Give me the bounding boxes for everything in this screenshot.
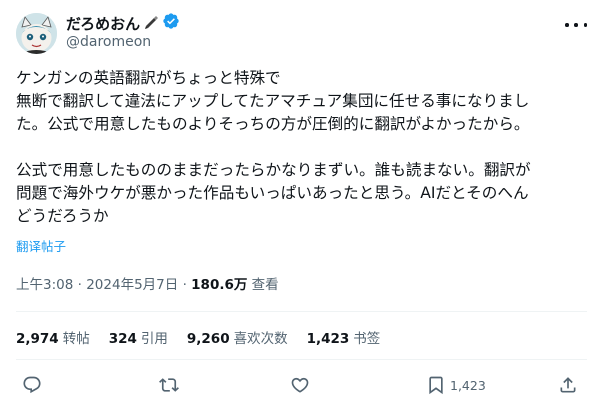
more-dot: [583, 23, 587, 27]
more-dot: [574, 23, 578, 27]
tweet-line: 問題で海外ウケが悪かった作品もいっぱいあったと思う。AIだとそのへん: [16, 184, 529, 202]
bookmark-button[interactable]: 1,423: [426, 372, 486, 398]
more-dot: [565, 23, 569, 27]
bookmarks-count: 1,423: [306, 331, 350, 347]
reply-icon: [23, 376, 41, 394]
divider: [16, 311, 587, 312]
translate-post-link[interactable]: 翻译帖子: [16, 236, 66, 255]
quotes-stat[interactable]: 324 引用: [109, 327, 168, 347]
bookmarks-label: 书签: [353, 331, 381, 347]
verified-badge-icon[interactable]: [162, 12, 180, 34]
tweet-line: どうだろうか: [16, 207, 109, 225]
more-icon[interactable]: [565, 18, 587, 32]
author-name-row: だろめおん: [66, 12, 180, 34]
avatar-illustration: [16, 13, 57, 54]
quotes-label: 引用: [140, 331, 168, 347]
meta-separator: ·: [77, 277, 82, 293]
tweet-meta: 上午3:08 · 2024年5月7日 · 180.6万 查看: [16, 273, 279, 293]
author-handle[interactable]: @daromeon: [66, 34, 151, 50]
like-button[interactable]: [290, 372, 310, 398]
reply-button[interactable]: [22, 372, 42, 398]
divider: [16, 359, 587, 360]
reposts-stat[interactable]: 2,974 转帖: [16, 327, 90, 347]
post-date[interactable]: 2024年5月7日: [86, 277, 178, 293]
post-time[interactable]: 上午3:08: [16, 277, 73, 293]
bookmark-icon: [429, 376, 443, 395]
likes-stat[interactable]: 9,260 喜欢次数: [187, 327, 288, 347]
view-count: 180.6万: [191, 277, 248, 293]
repost-icon: [159, 378, 179, 392]
display-name[interactable]: だろめおん: [66, 13, 140, 34]
reposts-label: 转帖: [62, 331, 90, 347]
share-button[interactable]: [558, 372, 578, 398]
meta-separator: ·: [182, 277, 187, 293]
tweet-line-blank: [16, 136, 588, 159]
likes-label: 喜欢次数: [233, 331, 288, 347]
view-label: 查看: [251, 277, 279, 293]
repost-button[interactable]: [159, 372, 179, 398]
quotes-count: 324: [108, 331, 137, 347]
avatar[interactable]: [16, 13, 57, 54]
pen-icon: [143, 13, 159, 33]
tweet-line: た。公式で用意したものよりそっちの方が圧倒的に翻訳がよかったから。: [16, 115, 530, 133]
tweet-text: ケンガンの英語翻訳がちょっと特殊で 無断で翻訳して違法にアップしてたアマチュア集…: [16, 67, 588, 228]
action-bar: 1,423: [16, 372, 587, 398]
tweet-line: 公式で用意したもののままだったらかなりまずい。誰も読まない。翻訳が: [16, 161, 531, 179]
tweet-line: ケンガンの英語翻訳がちょっと特殊で: [16, 69, 281, 87]
like-icon: [291, 377, 309, 393]
bookmark-count: 1,423: [450, 377, 486, 393]
reposts-count: 2,974: [16, 331, 59, 347]
tweet-line: 無断で翻訳して違法にアップしてたアマチュア集団に任せる事になりまし: [16, 92, 530, 110]
share-icon: [560, 377, 576, 393]
engagement-stats: 2,974 转帖 324 引用 9,260 喜欢次数 1,423 书签: [16, 327, 380, 347]
bookmarks-stat[interactable]: 1,423 书签: [307, 327, 381, 347]
likes-count: 9,260: [186, 331, 230, 347]
